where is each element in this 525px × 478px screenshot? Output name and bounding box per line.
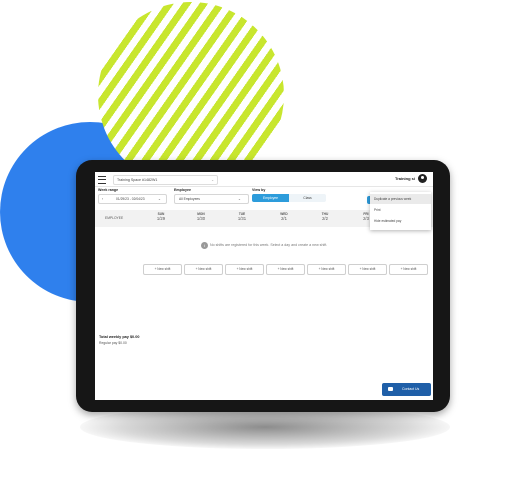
new-shift-button-sun[interactable]: + New shift (143, 264, 182, 275)
view-by-employee-toggle[interactable]: Employee (252, 194, 289, 202)
employee-column-header: EMPLOYEE (105, 216, 124, 220)
new-shift-button-sat[interactable]: + New shift (389, 264, 428, 275)
chevron-down-icon: ⌄ (211, 178, 214, 182)
empty-state: i No shifts are registered for this week.… (201, 241, 327, 249)
day-header-tue[interactable]: TUE 1/31 (230, 212, 254, 221)
user-name: Training si (395, 176, 416, 181)
day-date: 1/29 (156, 216, 166, 221)
day-header-mon[interactable]: MON 1/30 (189, 212, 213, 221)
info-icon: i (201, 241, 208, 249)
week-range-label: Week range (98, 188, 119, 192)
tablet-frame: Training Space #1482W1 ⌄ Training si Wee… (76, 160, 450, 412)
view-by-label: View by (252, 188, 266, 192)
day-date: 2/2 (322, 216, 328, 221)
week-range-field[interactable]: ‹ 01/29/23 - 02/04/23 ⌄ (98, 194, 167, 204)
new-shift-button-fri[interactable]: + New shift (348, 264, 387, 275)
menu-item-print[interactable]: Print (370, 205, 431, 215)
day-date: 2/1 (281, 216, 287, 221)
options-menu: Duplicate a previous week Print Hide est… (370, 192, 431, 230)
new-shift-button-wed[interactable]: + New shift (266, 264, 305, 275)
day-date: 1/30 (196, 216, 206, 221)
day-date: 1/31 (237, 216, 247, 221)
employee-select[interactable]: All Employees ⌄ (174, 194, 249, 204)
week-range-value: 01/29/23 - 02/04/23 (116, 197, 145, 201)
new-shift-button-mon[interactable]: + New shift (184, 264, 223, 275)
chevron-down-icon: ⌄ (158, 197, 161, 201)
day-header-thu[interactable]: THU 2/2 (313, 212, 337, 221)
regular-pay: Regular pay $0.00 (99, 341, 127, 345)
contact-us-label: Contact Us (402, 387, 420, 391)
view-by-class-toggle[interactable]: Class (289, 194, 326, 202)
menu-item-hide-estimated-pay[interactable]: Hide estimated pay (370, 216, 431, 226)
day-header-sun[interactable]: SUN 1/29 (149, 212, 173, 221)
total-weekly-pay: Total weekly pay $0.00 (99, 335, 140, 339)
avatar[interactable] (418, 174, 427, 183)
new-shift-button-tue[interactable]: + New shift (225, 264, 264, 275)
day-header-wed[interactable]: WED 2/1 (272, 212, 296, 221)
employee-label: Employee (174, 188, 191, 192)
chat-icon (388, 387, 393, 391)
app-screen: Training Space #1482W1 ⌄ Training si Wee… (95, 172, 433, 400)
new-shift-button-thu[interactable]: + New shift (307, 264, 346, 275)
chevron-down-icon: ⌄ (238, 197, 241, 201)
hamburger-menu-icon[interactable] (98, 176, 106, 184)
empty-state-message: No shifts are registered for this week. … (210, 243, 328, 247)
menu-item-duplicate-week[interactable]: Duplicate a previous week (370, 194, 431, 204)
prev-week-icon[interactable]: ‹ (102, 195, 103, 203)
workspace-select[interactable]: Training Space #1482W1 ⌄ (113, 175, 218, 185)
workspace-name: Training Space #1482W1 (117, 178, 158, 182)
employee-value: All Employees (179, 197, 200, 201)
top-bar: Training Space #1482W1 ⌄ Training si (95, 172, 433, 187)
contact-us-button[interactable]: Contact Us (382, 383, 431, 396)
